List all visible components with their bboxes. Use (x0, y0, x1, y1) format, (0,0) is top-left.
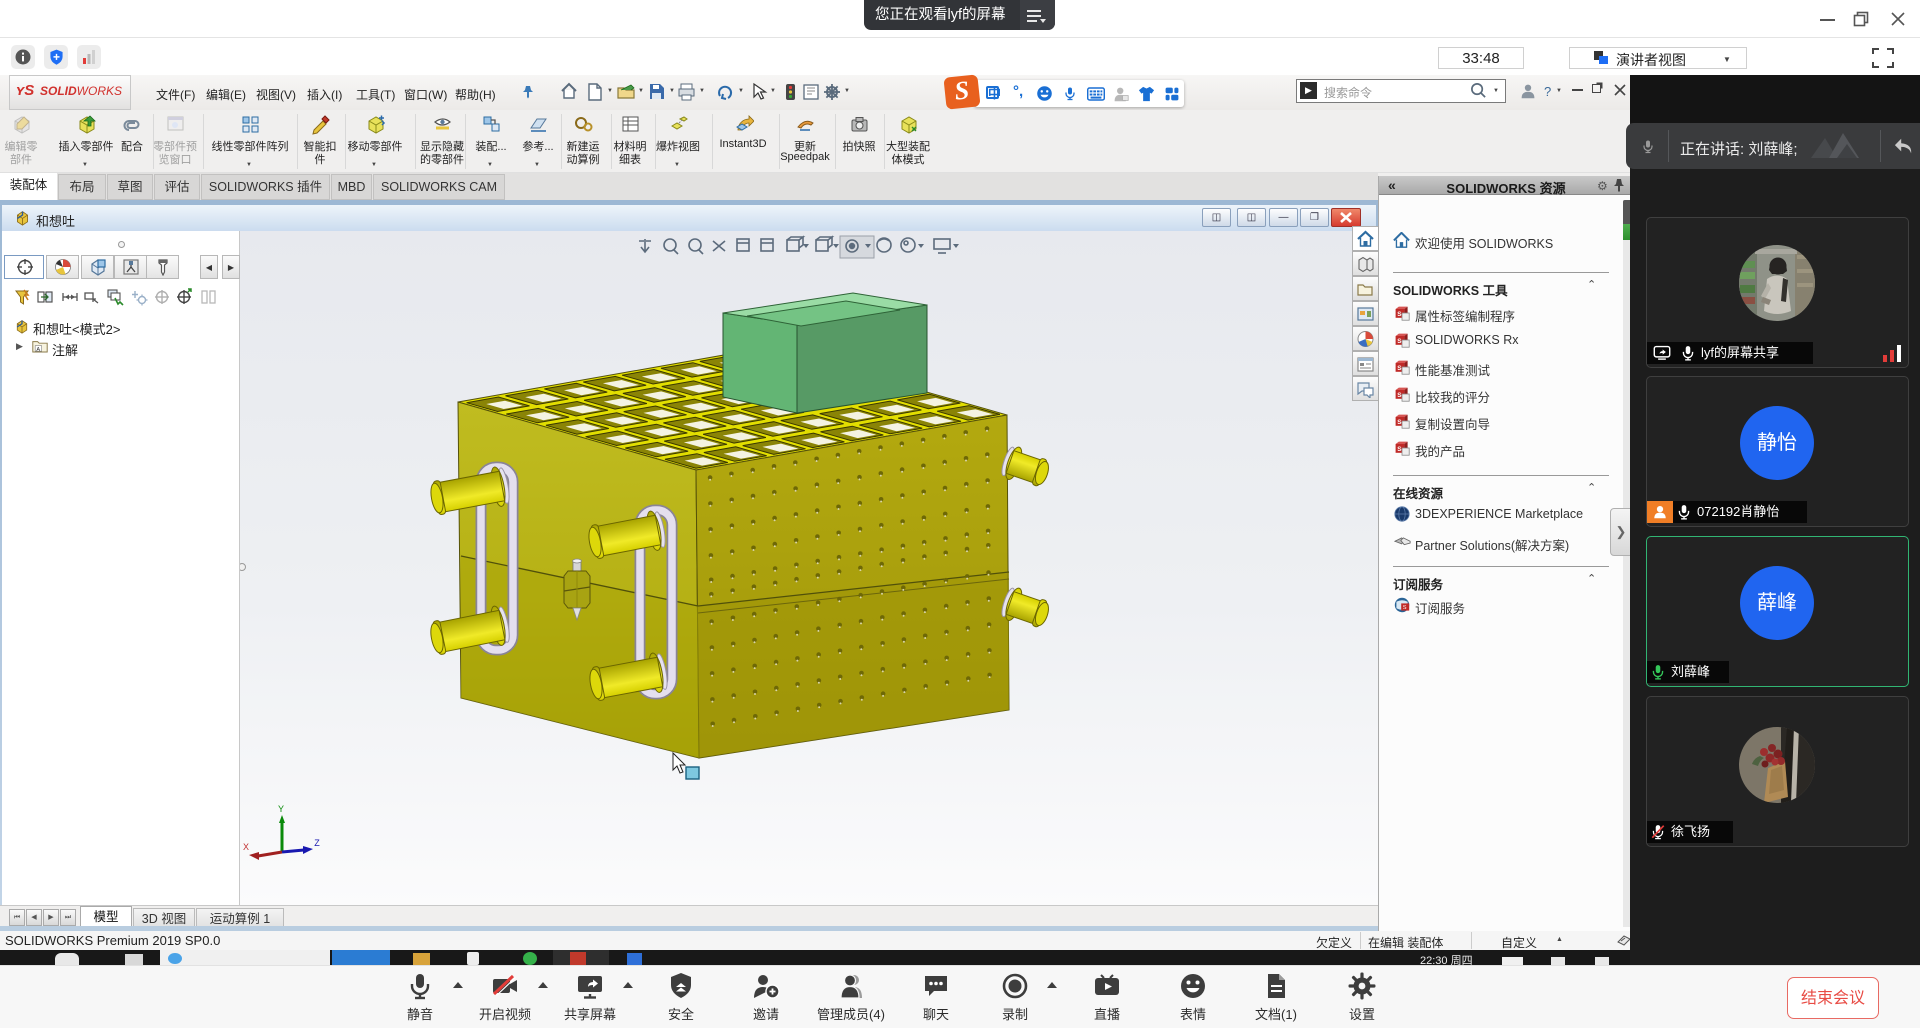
svg-text:Z: Z (314, 838, 320, 848)
svg-text:Y: Y (278, 804, 284, 814)
svg-text:S: S (1397, 419, 1402, 426)
svg-text:S: S (1403, 605, 1407, 611)
svg-text:S: S (1397, 446, 1402, 453)
svg-text:X: X (243, 842, 249, 852)
svg-text:A: A (36, 347, 40, 353)
svg-text:S: S (1397, 311, 1402, 318)
svg-text:S: S (1397, 338, 1402, 345)
svg-text:S: S (1397, 392, 1402, 399)
svg-text:S: S (1397, 365, 1402, 372)
